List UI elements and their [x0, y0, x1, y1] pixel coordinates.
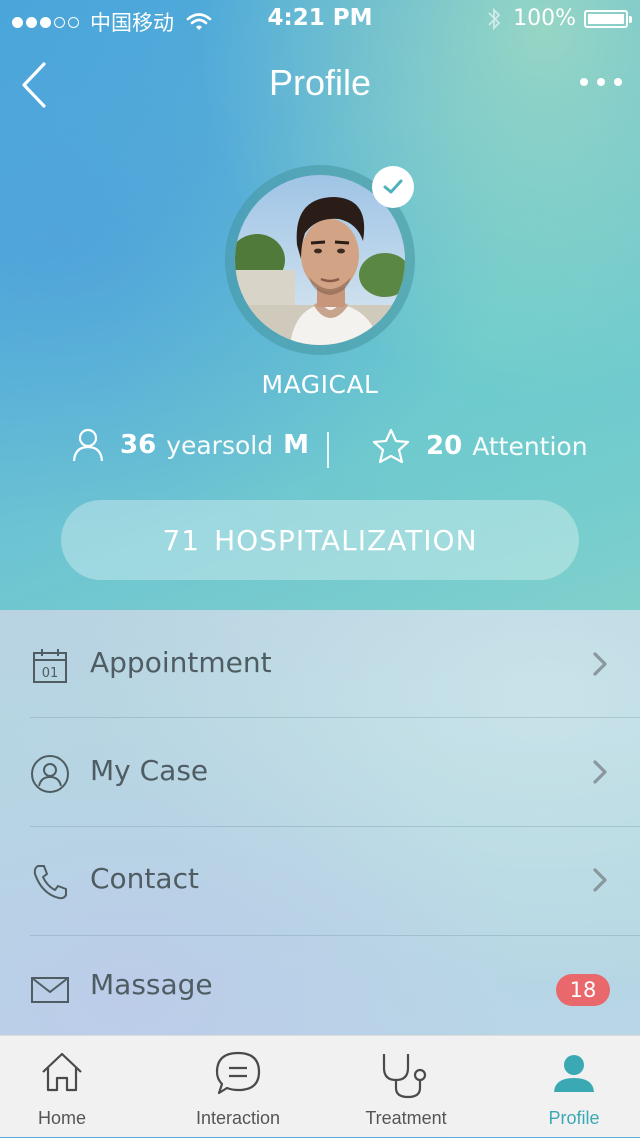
- chevron-right-icon: [593, 760, 607, 784]
- tab-treatment[interactable]: Treatment: [344, 1036, 468, 1138]
- menu-item-contact[interactable]: Contact: [0, 826, 640, 934]
- star-icon: [372, 428, 410, 464]
- menu-item-appointment[interactable]: 01 Appointment: [0, 610, 640, 718]
- hospitalization-button[interactable]: 71 HOSPITALIZATION: [61, 500, 579, 580]
- tab-bar: Home Interaction Treatment Profile: [0, 1035, 640, 1137]
- menu-label: Appointment: [90, 646, 272, 679]
- tab-label: Profile: [548, 1108, 600, 1128]
- attention-count: 20: [426, 431, 463, 461]
- tab-label: Treatment: [365, 1108, 447, 1128]
- battery-percent: 100%: [513, 6, 576, 31]
- tab-profile[interactable]: Profile: [512, 1036, 636, 1138]
- status-bar: 中国移动 4:21 PM 100%: [0, 0, 640, 40]
- chat-icon: [215, 1051, 261, 1095]
- calendar-day: 01: [42, 666, 59, 681]
- menu-label: My Case: [90, 754, 209, 787]
- age-label: yearsold: [166, 430, 274, 460]
- age-stat: 36 yearsold M: [72, 428, 309, 462]
- profile-icon: [554, 1055, 594, 1092]
- battery-icon: [584, 9, 632, 28]
- attention-label: Attention: [472, 431, 588, 461]
- attention-stat[interactable]: 20 Attention: [372, 428, 588, 464]
- chevron-right-icon: [593, 652, 607, 676]
- phone-icon: [33, 865, 67, 900]
- tab-label: Interaction: [195, 1108, 281, 1128]
- status-right: 100%: [487, 6, 632, 31]
- home-icon: [42, 1052, 82, 1092]
- menu-item-massage[interactable]: Massage: [0, 934, 640, 1042]
- page-title: Profile: [268, 62, 372, 103]
- age-value: 36: [120, 430, 157, 460]
- menu-label: Massage: [90, 968, 213, 1001]
- menu-item-my-case[interactable]: My Case: [0, 718, 640, 826]
- hospitalization-count: 71: [162, 523, 201, 557]
- hospitalization-label: HOSPITALIZATION: [214, 523, 478, 557]
- more-dots-icon[interactable]: [571, 78, 622, 86]
- sex-value: M: [283, 430, 309, 460]
- unread-badge: 18: [556, 974, 610, 1006]
- profile-name: MAGICAL: [261, 370, 379, 399]
- user-circle-icon: [31, 755, 69, 793]
- bluetooth-icon: [488, 7, 501, 30]
- tab-home[interactable]: Home: [0, 1036, 124, 1138]
- tab-interaction[interactable]: Interaction: [176, 1036, 300, 1138]
- check-icon: [383, 179, 403, 194]
- person-icon: [72, 428, 104, 462]
- mail-icon: [31, 977, 69, 1003]
- calendar-icon: 01: [33, 649, 67, 683]
- chevron-right-icon: [593, 868, 607, 892]
- verified-badge: [372, 166, 414, 208]
- menu-label: Contact: [90, 862, 199, 895]
- stethoscope-icon: [382, 1054, 427, 1099]
- tab-label: Home: [37, 1108, 86, 1128]
- stat-divider: [327, 432, 329, 468]
